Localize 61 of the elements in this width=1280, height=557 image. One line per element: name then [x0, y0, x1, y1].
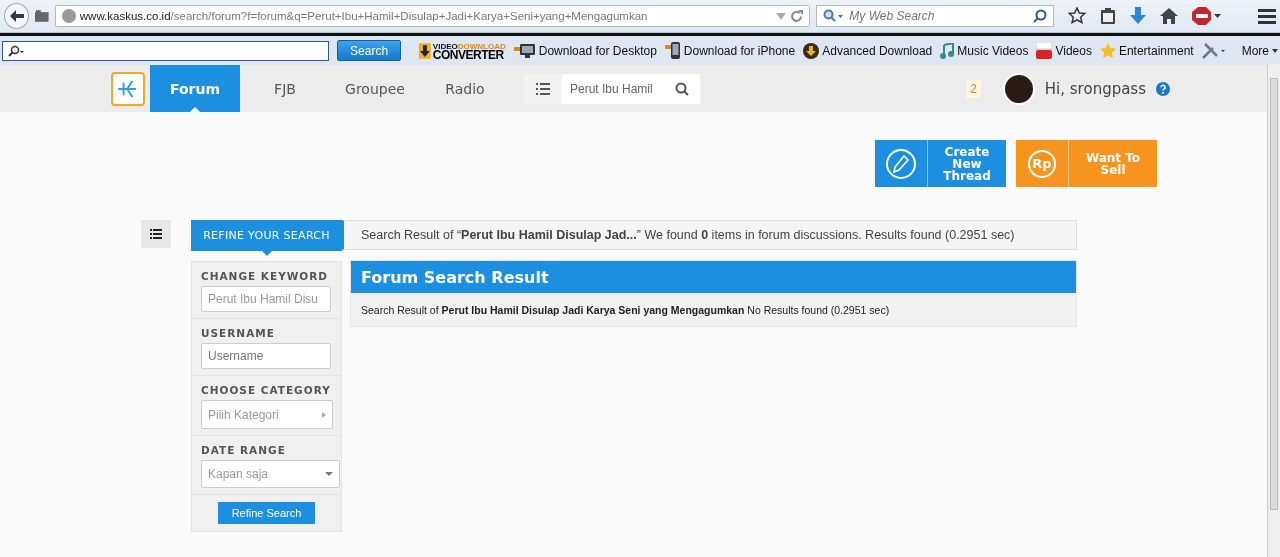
toolbar-search-field[interactable]	[2, 40, 330, 61]
field-label: USERNAME	[201, 327, 276, 339]
avatar[interactable]	[1002, 72, 1035, 105]
toolbar-link[interactable]: Entertainment	[1099, 42, 1194, 59]
clipboard-icon[interactable]	[1100, 8, 1116, 24]
scrollbar[interactable]	[1267, 64, 1280, 557]
field-label: CHANGE KEYWORD	[201, 270, 330, 282]
tools-icon[interactable]	[1201, 42, 1226, 59]
create-thread-button[interactable]: Create New Thread	[875, 140, 1006, 187]
ad-block-icon[interactable]	[1192, 7, 1222, 25]
result-message: Search Result of Perut Ibu Hamil Disulap Jadi Karya Seni yang Mengagumkan No Results found (0.2951 sec)	[360, 303, 891, 318]
nav-tab[interactable]: Groupee	[330, 65, 420, 112]
refine-header: REFINE YOUR SEARCH	[191, 220, 342, 251]
address-bar[interactable]: www.kaskus.co.id/search/forum?f=forum&q=Perut+Ibu+Hamil+Disulap+Jadi+Karya+Seni+yang+Mengagumkan	[54, 5, 811, 27]
user-greeting[interactable]: Hi, srongpass	[1044, 79, 1146, 98]
toolbar-link[interactable]: Advanced Download	[803, 42, 933, 59]
menu-icon[interactable]	[1258, 8, 1276, 24]
bookmark-star-icon[interactable]	[1068, 7, 1086, 25]
result-title: Forum Search Result	[351, 261, 1076, 293]
caret-icon	[325, 472, 333, 476]
site-logo[interactable]	[111, 71, 145, 106]
more-link[interactable]: More	[1241, 43, 1278, 58]
pointer-icon	[261, 251, 272, 256]
list-icon[interactable]	[141, 220, 171, 248]
toolbar-link[interactable]: Download for iPhone	[664, 41, 796, 60]
search-summary: Search Result of “Perut Ibu Hamil Disulap Jad...” We found 0 items in forum discussions. Results found (0.2951 sec)	[342, 220, 1077, 250]
star-icon	[1099, 42, 1116, 59]
text-field[interactable]: Username	[201, 343, 331, 369]
download-arrow-icon[interactable]	[1130, 7, 1146, 25]
nav-tab[interactable]: Forum	[150, 65, 240, 112]
home-icon[interactable]	[1160, 8, 1178, 24]
url-text: www.kaskus.co.id/search/forum?f=forum&q=Perut+Ibu+Hamil+Disulap+Jadi+Karya+Seni+yang+Mengagumkan	[79, 10, 649, 22]
back-arrow-icon	[9, 10, 24, 22]
nav-tab[interactable]: FJB	[240, 65, 330, 112]
toolbar-link[interactable]: Videos	[1036, 42, 1092, 59]
caret-icon	[322, 411, 326, 418]
search-engine-icon[interactable]	[823, 9, 844, 23]
phone-icon	[664, 41, 681, 60]
help-icon[interactable]	[1156, 81, 1170, 96]
toolbar-link[interactable]: Download for Desktop	[513, 42, 657, 59]
nav-tab[interactable]: Radio	[420, 65, 510, 112]
download-icon	[803, 42, 820, 59]
search-icon[interactable]	[7, 44, 25, 57]
music-note-icon	[940, 42, 955, 59]
search-icon[interactable]	[1033, 9, 1047, 23]
web-search-field[interactable]: My Web Search	[816, 5, 1054, 27]
field-label: CHOOSE CATEGORY	[201, 384, 332, 396]
site-search-field[interactable]: Perut Ibu Hamil	[524, 73, 700, 104]
video-icon	[1036, 42, 1053, 59]
refine-search-button[interactable]: Refine Search	[217, 502, 316, 524]
caret-icon	[1272, 48, 1278, 53]
converter-logo[interactable]: VIDEODOWNLOAD CONVERTER	[432, 41, 506, 60]
pencil-icon	[885, 147, 917, 180]
reload-icon[interactable]	[790, 9, 804, 23]
download-arrow-icon	[419, 42, 431, 59]
search-button[interactable]: Search	[337, 40, 402, 61]
monitor-icon	[513, 42, 536, 59]
back-button[interactable]	[4, 3, 30, 29]
field-label: DATE RANGE	[201, 444, 287, 456]
list-icon[interactable]	[524, 73, 562, 104]
toolbar-link[interactable]: Music Videos	[940, 42, 1029, 59]
